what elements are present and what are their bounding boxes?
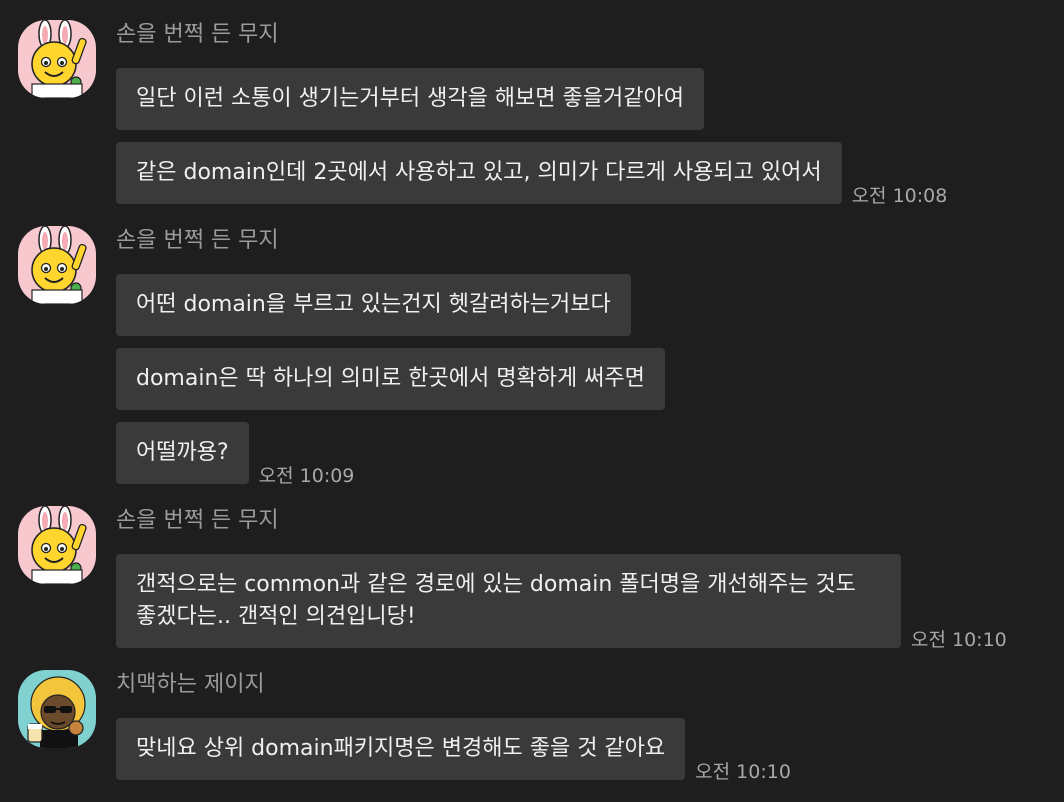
- sender-name: 손을 번쩍 든 무지: [116, 508, 279, 533]
- message-row: 일단 이런 소통이 생기는거부터 생각을 해보면 좋을거같아여: [116, 68, 704, 130]
- message-timestamp: 오전 10:08: [851, 185, 948, 207]
- message-timestamp: 오전 10:10: [695, 761, 791, 783]
- message-bubble[interactable]: 어떤 domain을 부르고 있는건지 헷갈려하는거보다: [116, 274, 631, 336]
- sender-name: 손을 번쩍 든 무지: [116, 228, 279, 253]
- chat-message-list[interactable]: 손을 번쩍 든 무지 일단 이런 소통이 생기는거부터 생각을 해보면 좋을거같…: [0, 0, 1064, 802]
- message-row: 갠적으로는 common과 같은 경로에 있는 domain 폴더명을 개선해주…: [116, 554, 1007, 651]
- message-bubble[interactable]: 맞네요 상위 domain패키지명은 변경해도 좋을 것 같아요: [116, 718, 686, 780]
- message-row: 같은 domain인데 2곳에서 사용하고 있고, 의미가 다르게 사용되고 있…: [116, 142, 947, 207]
- message-row: 맞네요 상위 domain패키지명은 변경해도 좋을 것 같아요 오전 10:1…: [116, 718, 791, 783]
- message-timestamp: 오전 10:10: [911, 629, 1007, 651]
- message-timestamp: 오전 10:09: [258, 465, 355, 487]
- message-row: domain은 딱 하나의 의미로 한곳에서 명확하게 써주면: [116, 348, 665, 410]
- jayg-avatar-icon[interactable]: [18, 670, 96, 748]
- message-row: 어떨까용? 오전 10:09: [116, 422, 354, 487]
- message-row: 어떤 domain을 부르고 있는건지 헷갈려하는거보다: [116, 274, 631, 336]
- muzi-avatar-icon[interactable]: [18, 20, 96, 98]
- message-bubble[interactable]: 같은 domain인데 2곳에서 사용하고 있고, 의미가 다르게 사용되고 있…: [116, 142, 842, 204]
- message-bubble[interactable]: 일단 이런 소통이 생기는거부터 생각을 해보면 좋을거같아여: [116, 68, 704, 130]
- message-bubble[interactable]: 갠적으로는 common과 같은 경로에 있는 domain 폴더명을 개선해주…: [116, 554, 901, 648]
- sender-name: 치맥하는 제이지: [116, 672, 265, 697]
- muzi-avatar-icon[interactable]: [18, 506, 96, 584]
- sender-name: 손을 번쩍 든 무지: [116, 22, 279, 47]
- message-bubble[interactable]: domain은 딱 하나의 의미로 한곳에서 명확하게 써주면: [116, 348, 665, 410]
- message-bubble[interactable]: 어떨까용?: [116, 422, 249, 484]
- muzi-avatar-icon[interactable]: [18, 226, 96, 304]
